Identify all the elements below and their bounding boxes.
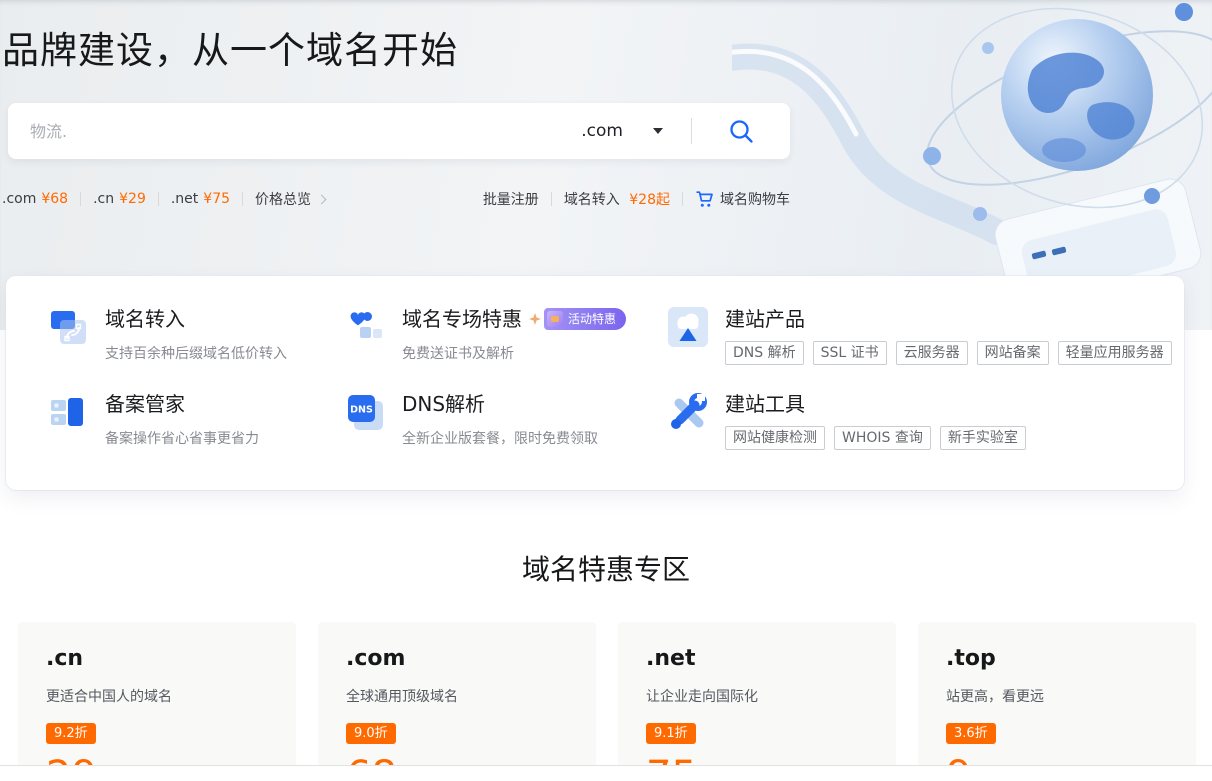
bottom-scroll-strip: [0, 765, 1212, 781]
deal-card-com[interactable]: .com 全球通用顶级域名 9.0折 68 元/首年: [318, 622, 596, 781]
price-link-com[interactable]: .com¥68: [2, 191, 68, 207]
divider: [80, 192, 81, 206]
services-card: 域名转入 支持百余种后缀域名低价转入 域名专场特惠: [6, 276, 1184, 490]
price-link-cn[interactable]: .cn¥29: [93, 191, 146, 207]
deal-card-net[interactable]: .net 让企业走向国际化 9.1折 75 元/首年: [618, 622, 896, 781]
tag-lightserver[interactable]: 轻量应用服务器: [1058, 341, 1172, 365]
service-domain-promo[interactable]: 域名专场特惠 活动特惠 免费送证书及解析: [345, 306, 668, 365]
quick-links: 批量注册 域名转入 ¥28起 域名购物车: [483, 189, 790, 209]
price-link-net[interactable]: .net¥75: [171, 191, 230, 207]
chevron-right-icon: [317, 194, 327, 204]
tag-whois[interactable]: WHOIS 查询: [834, 426, 931, 450]
tag-newbie-lab[interactable]: 新手实验室: [940, 426, 1026, 450]
discount-badge: 9.1折: [646, 723, 696, 744]
divider: [682, 192, 683, 206]
search-input[interactable]: [8, 103, 575, 159]
search-icon: [728, 118, 755, 145]
search-button[interactable]: [692, 103, 790, 159]
service-domain-transfer[interactable]: 域名转入 支持百余种后缀域名低价转入: [48, 306, 345, 365]
tag-ssl[interactable]: SSL 证书: [813, 341, 887, 365]
gift-icon: [547, 311, 563, 327]
discount-badge: 3.6折: [946, 723, 996, 744]
tag-health-check[interactable]: 网站健康检测: [725, 426, 825, 450]
divider: [242, 192, 243, 206]
domain-transfer-link[interactable]: 域名转入 ¥28起: [564, 189, 670, 209]
deals-section-title: 域名特惠专区: [0, 548, 1212, 588]
tools-icon: [668, 392, 708, 432]
discount-badge: 9.2折: [46, 723, 96, 744]
cloud-site-icon: [668, 307, 708, 347]
divider: [158, 192, 159, 206]
dns-icon: DNS: [345, 392, 385, 432]
tag-beian[interactable]: 网站备案: [977, 341, 1049, 365]
tool-tags: 网站健康检测 WHOIS 查询 新手实验室: [725, 426, 1026, 450]
deal-card-top[interactable]: .top 站更高，看更远 3.6折 9 元/首年: [918, 622, 1196, 781]
tag-dns[interactable]: DNS 解析: [725, 341, 804, 365]
service-site-products[interactable]: 建站产品 DNS 解析 SSL 证书 云服务器 网站备案 轻量应用服务器: [668, 306, 1174, 365]
promo-badge: 活动特惠: [544, 308, 626, 330]
product-tags: DNS 解析 SSL 证书 云服务器 网站备案 轻量应用服务器: [725, 341, 1172, 365]
svg-text:DNS: DNS: [350, 405, 373, 416]
service-site-tools[interactable]: 建站工具 网站健康检测 WHOIS 查询 新手实验室: [668, 391, 1174, 450]
divider: [551, 192, 552, 206]
deals-cards: .cn 更适合中国人的域名 9.2折 29 元/首年 .com 全球通用顶级域名…: [18, 622, 1196, 781]
sparkle-icon: [529, 313, 541, 325]
batch-register-link[interactable]: 批量注册: [483, 189, 539, 209]
price-row: .com¥68 .cn¥29 .net¥75 价格总览 批量注册 域名转入 ¥2…: [2, 189, 790, 209]
service-filing-manager[interactable]: 备案管家 备案操作省心省事更省力: [48, 391, 345, 450]
chevron-down-icon: [653, 128, 663, 139]
cart-icon: [695, 190, 714, 208]
discount-badge: 9.0折: [346, 723, 396, 744]
price-overview-link[interactable]: 价格总览: [255, 189, 325, 209]
promo-heart-icon: [345, 307, 385, 347]
filing-icon: [48, 392, 88, 432]
tag-ecs[interactable]: 云服务器: [896, 341, 968, 365]
tld-selected-value: .com: [581, 121, 623, 141]
transfer-icon: [48, 307, 88, 347]
service-dns[interactable]: DNS DNS解析 全新企业版套餐，限时免费领取: [345, 391, 668, 450]
tld-select[interactable]: .com: [575, 121, 669, 141]
domain-search-bar: .com: [8, 103, 790, 159]
deal-card-cn[interactable]: .cn 更适合中国人的域名 9.2折 29 元/首年: [18, 622, 296, 781]
domain-cart-link[interactable]: 域名购物车: [695, 189, 790, 209]
page-title: 品牌建设，从一个域名开始: [2, 20, 458, 74]
